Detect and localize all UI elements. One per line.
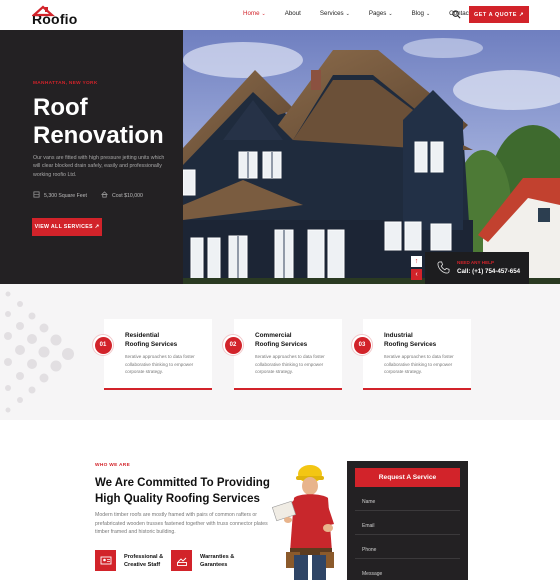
roofer-worker-image [271,465,334,580]
help-label: NEED ANY HELP [457,260,495,265]
roof-logo-icon [32,5,55,17]
get-a-quote-button[interactable]: GET A QUOTE ↗ [469,6,529,23]
about-description: Modern timber roofs are mostly framed wi… [95,512,268,536]
nav-about[interactable]: About [285,10,301,17]
service-card-industrial[interactable]: 03 Industrial Roofing Services Iterative … [351,319,471,390]
nav-services[interactable]: Services ⌄ [320,10,350,17]
house-icon [100,191,109,200]
help-phone[interactable]: Call: (+1) 754-457-654 [457,268,520,275]
meta-cost: Cost $10,000 [100,191,143,200]
hero-title: Roof Renovation [33,94,164,149]
feature-label: Warranties & Garantees [200,553,235,568]
service-number-badge: 03 [351,334,373,356]
service-description: Iterative approaches to data foster coll… [125,354,195,375]
help-box: NEED ANY HELP Call: (+1) 754-457-654 [425,252,529,284]
slider-next-button[interactable]: ‹ [411,269,422,280]
service-number-badge: 02 [222,334,244,356]
service-description: Iterative approaches to data foster coll… [255,354,325,375]
service-card-residential[interactable]: 01 Residential Roofing Services Iterative… [92,319,212,390]
name-field[interactable]: Name [355,492,460,511]
meta-area: 5,300 Square Feet [33,191,87,200]
hero-section: MANHATTAN, NEW YORK Roof Renovation Our … [0,30,560,284]
building-icon [33,191,40,200]
service-description: Iterative approaches to data foster coll… [384,354,454,375]
arrow-left-icon: ‹ [415,271,418,278]
search-icon[interactable] [452,10,461,19]
hero-house-image [183,30,560,284]
arrow-up-icon: ↑ [414,258,419,265]
chevron-down-icon: ⌄ [388,11,393,17]
warranty-icon [171,550,192,571]
nav-home[interactable]: Home ⌄ [243,10,266,17]
view-all-services-button[interactable]: VIEW ALL SERVICES ↗ [32,218,102,236]
about-eyebrow: WHO WE ARE [95,463,131,468]
site-header: Roofio Home ⌄ About Services ⌄ Pages ⌄ Blog… [0,0,560,30]
phone-field[interactable]: Phone [355,540,460,559]
message-field[interactable]: Message [355,564,460,580]
feature-warranty: Warranties & Garantees [171,550,250,571]
slider-prev-button[interactable]: ↑ [411,256,422,267]
service-card-commercial[interactable]: 02 Commercial Roofing Services Iterative … [222,319,342,390]
hero-location: MANHATTAN, NEW YORK [33,81,98,86]
hero-description: Our vans are fitted with high pressure j… [33,155,165,178]
nav-pages[interactable]: Pages ⌄ [369,10,393,17]
service-number-badge: 01 [92,334,114,356]
service-title: Commercial Roofing Services [255,332,308,348]
feature-staff: Professional & Creative Staff [95,550,174,571]
hero-meta: 5,300 Square Feet Cost $10,000 [33,191,157,200]
chevron-down-icon: ⌄ [425,11,431,17]
feature-label: Professional & Creative Staff [124,553,164,568]
chevron-down-icon: ⌄ [345,11,350,17]
logo[interactable]: Roofio [32,5,78,27]
chevron-down-icon: ⌄ [261,11,266,17]
about-title: We Are Committed To Providing High Quali… [95,477,270,505]
service-title: Residential Roofing Services [125,332,178,348]
services-section: 01 Residential Roofing Services Iterative… [0,284,560,420]
request-service-form: Request A Service Name Email Phone Messa… [347,461,468,580]
email-field[interactable]: Email [355,516,460,535]
phone-icon [437,261,450,274]
dot-pattern-decoration [4,291,74,413]
service-title: Industrial Roofing Services [384,332,437,348]
nav-blog[interactable]: Blog ⌄ [412,10,431,17]
about-section: WHO WE ARE We Are Committed To Providing… [0,420,560,580]
staff-icon [95,550,116,571]
form-title: Request A Service [355,468,460,487]
